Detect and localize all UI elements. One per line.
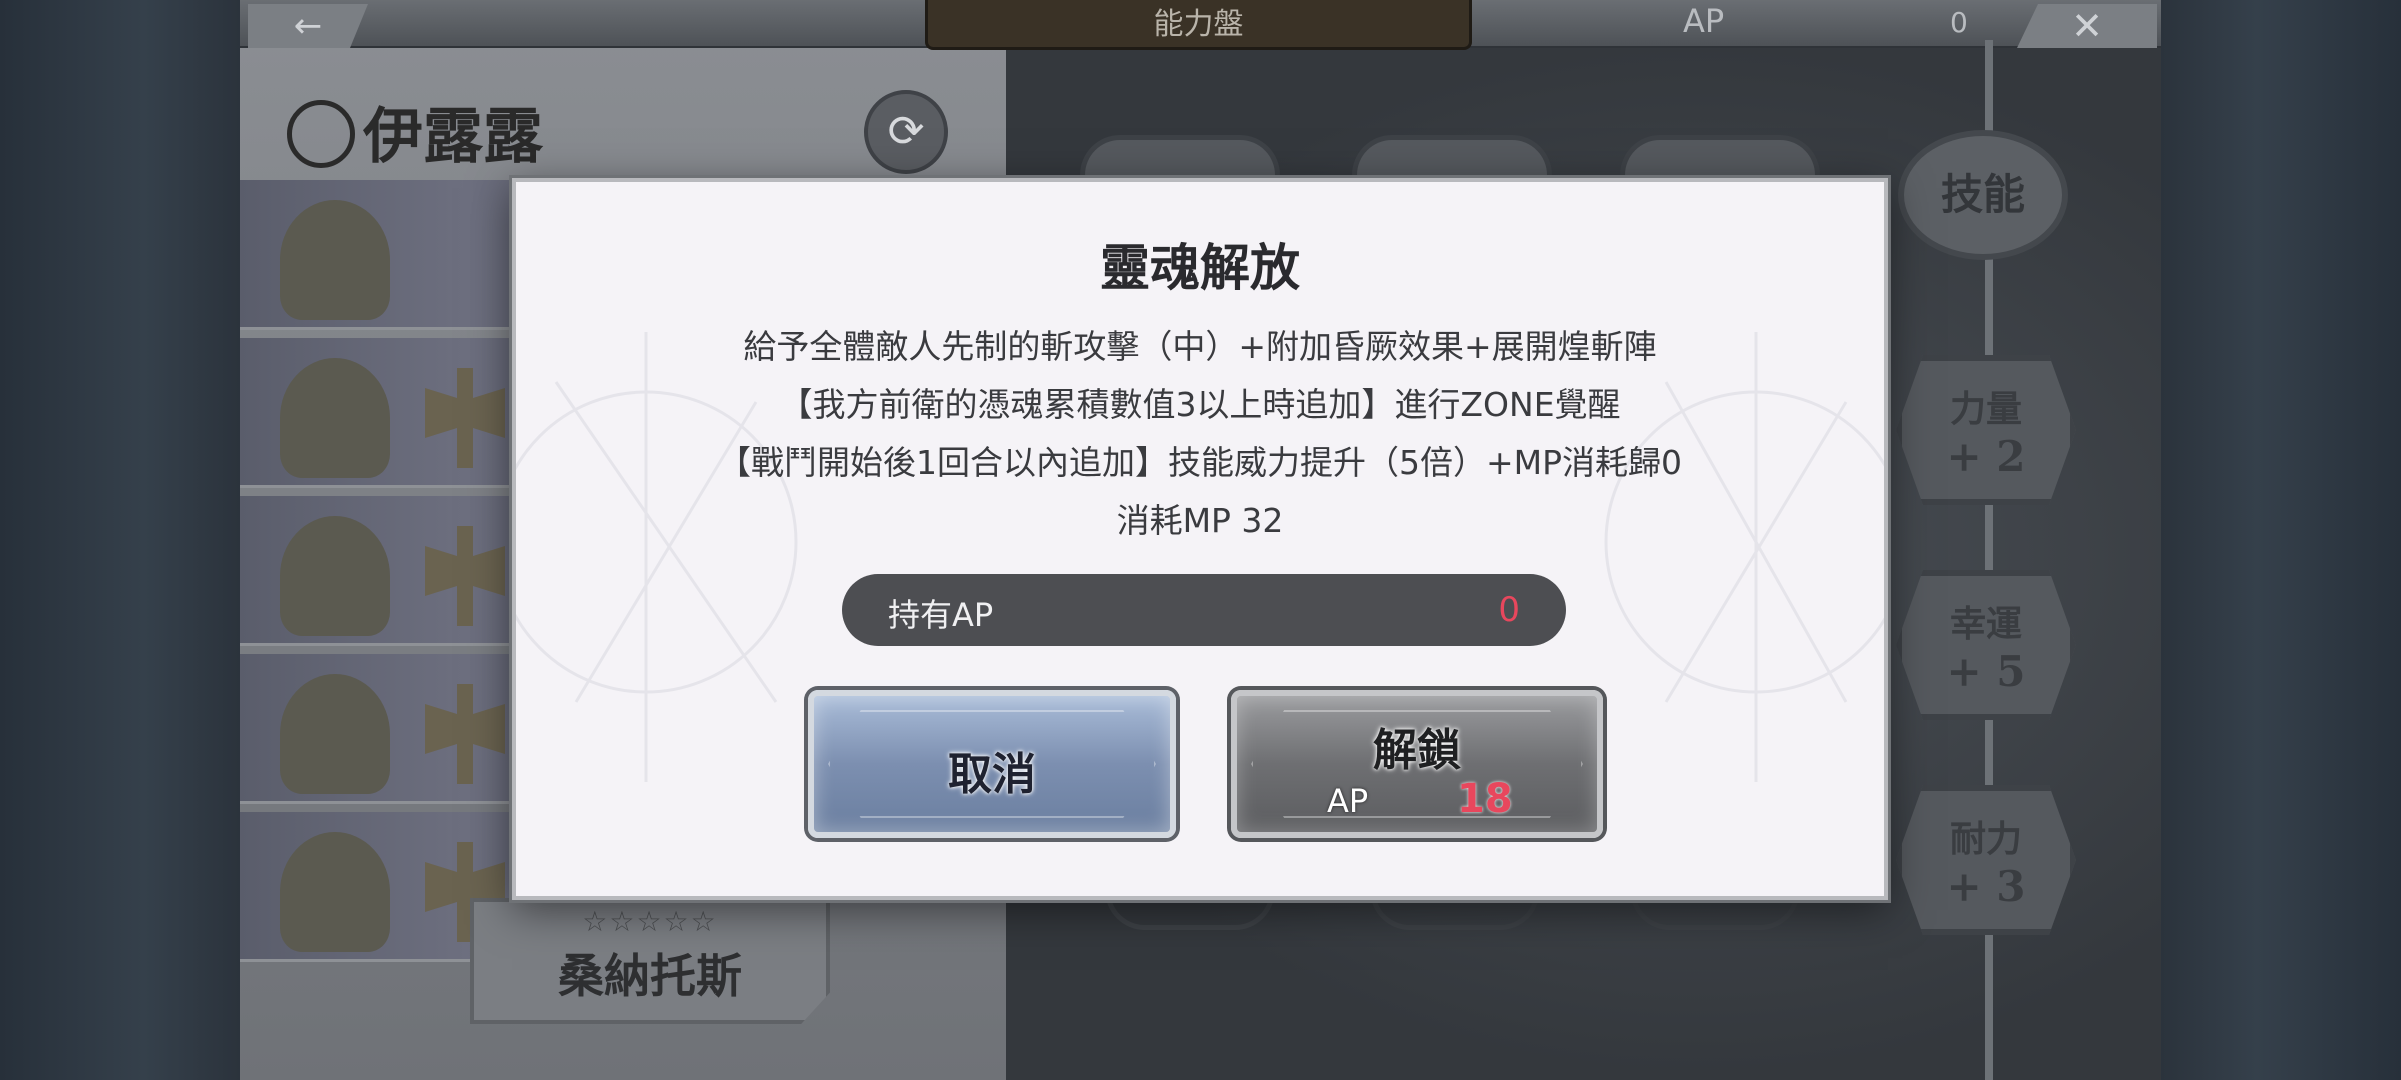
axe-icon (425, 684, 505, 784)
swap-icon: ⟳ (887, 106, 925, 157)
stat-node-value: + 2 (1946, 431, 2026, 481)
rarity-stars: ☆☆☆☆☆ (582, 905, 718, 938)
skill-badge[interactable]: 技能 (1898, 130, 2068, 260)
stat-node-strength[interactable]: 力量 + 2 (1896, 355, 2076, 505)
dialog-title: 靈魂解放 (1100, 238, 1300, 297)
portrait-avatar (280, 674, 390, 794)
portrait-avatar (280, 832, 390, 952)
skill-description-line: 【我方前衛的憑魂累積數值3以上時追加】進行ZONE覺醒 (779, 385, 1621, 424)
stat-node-title: 幸運 (1949, 602, 2022, 645)
mp-cost-text: 消耗MP 32 (1116, 501, 1284, 540)
skill-description-line: 【戰鬥開始後1回合以內追加】技能威力提升（5倍）+MP消耗歸0 (717, 443, 1682, 482)
owned-ap-label: 持有AP (888, 596, 994, 634)
axe-icon (425, 368, 505, 468)
unlock-button-label: 解鎖 (1373, 725, 1461, 776)
portrait-avatar (280, 200, 390, 320)
cancel-button-label: 取消 (948, 749, 1036, 800)
stat-node-title: 耐力 (1949, 817, 2022, 860)
owned-ap-value: 0 (1498, 590, 1520, 630)
selected-item-name: 桑納托斯 (558, 949, 742, 1003)
skill-description-line: 給予全體敵人先制的斬攻擊（中）+附加昏厥效果+展開煌斬陣 (743, 327, 1657, 366)
unlock-ap-label: AP (1327, 782, 1369, 820)
character-name-header: 伊露露 (283, 88, 543, 175)
stat-node-value: + 3 (1946, 861, 2026, 911)
back-arrow-icon: ← (293, 6, 323, 46)
close-button[interactable]: ✕ (2017, 4, 2157, 48)
top-ap-label: AP (1683, 2, 1725, 40)
character-name: 伊露露 (363, 102, 543, 172)
unlock-button[interactable]: 解鎖 AP 18 (1231, 690, 1603, 838)
stat-node-title: 力量 (1949, 387, 2022, 430)
stat-node-endurance[interactable]: 耐力 + 3 (1896, 785, 2076, 935)
soul-release-dialog: 靈魂解放 給予全體敵人先制的斬攻擊（中）+附加昏厥效果+展開煌斬陣 【我方前衛的… (512, 178, 1888, 900)
game-screen: ← 能力盤 AP 0 ✕ 伊露露 ⟳ ☆☆☆☆☆ 桑納托斯 技能 力量 + 2 … (0, 0, 2401, 1080)
page-title: 能力盤 (925, 0, 1472, 50)
cancel-button[interactable]: 取消 (808, 690, 1176, 838)
swap-character-button[interactable]: ⟳ (864, 90, 948, 174)
stat-node-value: + 5 (1946, 646, 2026, 696)
owned-ap-bar: 持有AP 0 (842, 574, 1566, 646)
back-button[interactable]: ← (248, 4, 368, 48)
axe-icon (425, 526, 505, 626)
portrait-avatar (280, 358, 390, 478)
right-side-border (2161, 0, 2401, 1080)
close-icon: ✕ (2071, 4, 2103, 48)
left-side-border (0, 0, 240, 1080)
stat-node-luck[interactable]: 幸運 + 5 (1896, 570, 2076, 720)
top-ap-value: 0 (1950, 6, 1968, 39)
unlock-ap-cost: 18 (1457, 776, 1513, 822)
portrait-avatar (280, 516, 390, 636)
